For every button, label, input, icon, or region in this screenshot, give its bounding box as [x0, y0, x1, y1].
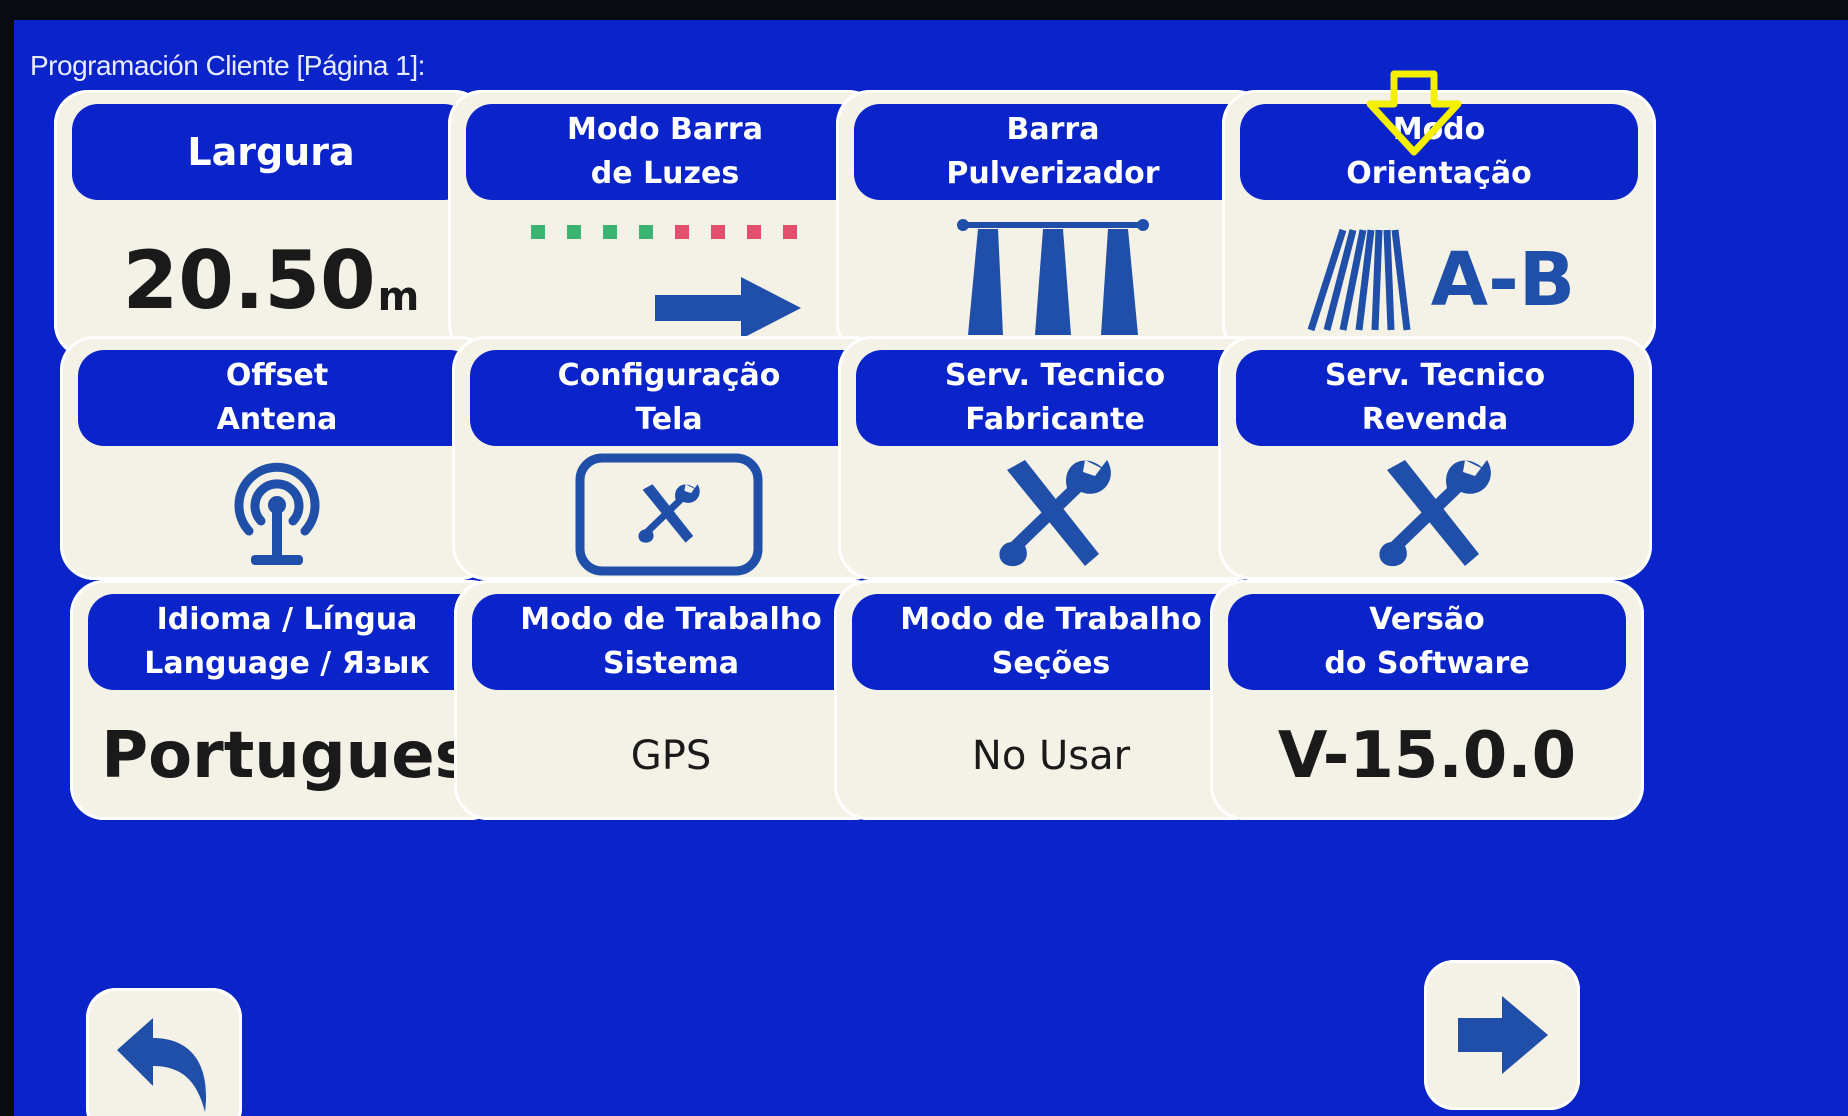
led-row — [531, 225, 797, 239]
tile-title-line2: Revenda — [1361, 402, 1509, 437]
width-value: 20.50 — [122, 233, 376, 327]
tile-title-line2: Pulverizador — [946, 156, 1160, 191]
tile-title: Largura — [187, 130, 355, 174]
guidance-mode-value: A-B — [1430, 237, 1576, 323]
tile-antenna-offset[interactable]: Offset Antena — [60, 336, 494, 580]
tile-caption: Modo de Trabalho Sistema — [472, 594, 870, 690]
tile-caption: Modo de Trabalho Seções — [852, 594, 1250, 690]
tile-body — [60, 448, 494, 580]
width-unit: m — [377, 274, 420, 320]
tile-caption: Barra Pulverizador — [854, 104, 1252, 200]
tile-title-line2: Sistema — [603, 646, 739, 681]
guidance-lines-icon — [1307, 228, 1411, 332]
tile-title-line1: Modo de Trabalho — [900, 602, 1202, 637]
right-arrow-icon — [741, 277, 801, 339]
software-version-value: V-15.0.0 — [1277, 719, 1577, 793]
work-system-value: GPS — [630, 733, 712, 779]
tile-title-line2: Orientação — [1346, 156, 1532, 191]
tile-body: A-B — [1222, 202, 1656, 358]
tile-tech-service-dealer[interactable]: Serv. Tecnico Revenda — [1218, 336, 1652, 580]
tile-title-line2: Fabricante — [965, 402, 1145, 437]
tile-title-line1: Idioma / Língua — [156, 602, 418, 637]
next-button[interactable] — [1424, 960, 1580, 1110]
tile-body — [448, 202, 882, 358]
led-red — [747, 225, 761, 239]
wrench-screwdriver-icon — [1379, 460, 1491, 567]
tile-body: V-15.0.0 — [1210, 692, 1644, 820]
tile-body — [836, 202, 1270, 358]
tile-caption: Offset Antena — [78, 350, 476, 446]
tile-caption: Largura — [72, 104, 470, 200]
back-button[interactable] — [86, 988, 242, 1116]
tile-title-line2: Language / Язык — [144, 646, 430, 681]
tile-title-line1: Serv. Tecnico — [944, 358, 1166, 393]
language-value: Portugues — [101, 719, 473, 793]
tile-title-line1: Modo de Trabalho — [520, 602, 822, 637]
tile-sprayer-boom[interactable]: Barra Pulverizador — [836, 90, 1270, 358]
antenna-icon — [234, 462, 320, 565]
tile-title-line1: Versão — [1369, 602, 1485, 637]
tile-body: No Usar — [834, 692, 1268, 820]
tile-tech-service-manufacturer[interactable]: Serv. Tecnico Fabricante — [838, 336, 1272, 580]
tile-largura[interactable]: Largura 20.50 m — [54, 90, 488, 358]
tile-caption: Idioma / Língua Language / Язык — [88, 594, 486, 690]
tile-caption: Serv. Tecnico Fabricante — [856, 350, 1254, 446]
tile-caption: Serv. Tecnico Revenda — [1236, 350, 1634, 446]
tile-body — [452, 448, 886, 580]
work-sections-value: No Usar — [971, 733, 1131, 779]
tile-caption: Modo Barra de Luzes — [466, 104, 864, 200]
led-red — [783, 225, 797, 239]
tile-title-line2: do Software — [1324, 646, 1530, 681]
led-red — [675, 225, 689, 239]
tile-light-bar-mode[interactable]: Modo Barra de Luzes — [448, 90, 882, 358]
led-green — [603, 225, 617, 239]
tile-body: 20.50 m — [54, 202, 488, 358]
led-green — [531, 225, 545, 239]
tile-software-version[interactable]: Versão do Software V-15.0.0 — [1210, 580, 1644, 820]
tile-title-line1: Offset — [225, 358, 329, 393]
tile-title-line2: Tela — [635, 402, 703, 437]
tile-title-line2: Antena — [216, 402, 338, 437]
led-red — [711, 225, 725, 239]
led-green — [639, 225, 653, 239]
tile-caption: Configuração Tela — [470, 350, 868, 446]
tile-body: GPS — [454, 692, 888, 820]
wrench-screwdriver-icon — [999, 460, 1111, 567]
sprayer-boom-icon — [957, 219, 1149, 335]
tile-title-line1: Configuração — [557, 358, 781, 393]
yellow-down-arrow-icon — [1366, 70, 1462, 156]
back-arrow-icon — [117, 1018, 207, 1112]
tile-title-line1: Barra — [1006, 112, 1100, 147]
tile-language[interactable]: Idioma / Língua Language / Язык Portugue… — [70, 580, 504, 820]
tile-caption: Versão do Software — [1228, 594, 1626, 690]
tile-title-line2: de Luzes — [590, 156, 740, 191]
tile-screen-config[interactable]: Configuração Tela — [452, 336, 886, 580]
tile-title-line1: Modo Barra — [567, 112, 763, 147]
tile-body: Portugues — [70, 692, 504, 820]
screen-tools-icon — [575, 453, 763, 575]
next-arrow-icon — [1458, 996, 1548, 1074]
settings-screen: Programación Cliente [Página 1]: Largura… — [14, 20, 1848, 1116]
tile-work-mode-sections[interactable]: Modo de Trabalho Seções No Usar — [834, 580, 1268, 820]
page-title: Programación Cliente [Página 1]: — [30, 50, 425, 81]
tile-title-line2: Seções — [991, 646, 1111, 681]
led-green — [567, 225, 581, 239]
tile-work-mode-system[interactable]: Modo de Trabalho Sistema GPS — [454, 580, 888, 820]
arrow-shaft — [655, 295, 745, 321]
tile-body — [838, 448, 1272, 580]
tile-body — [1218, 448, 1652, 580]
tile-title-line1: Serv. Tecnico — [1324, 358, 1546, 393]
light-bar-icon — [531, 225, 801, 339]
